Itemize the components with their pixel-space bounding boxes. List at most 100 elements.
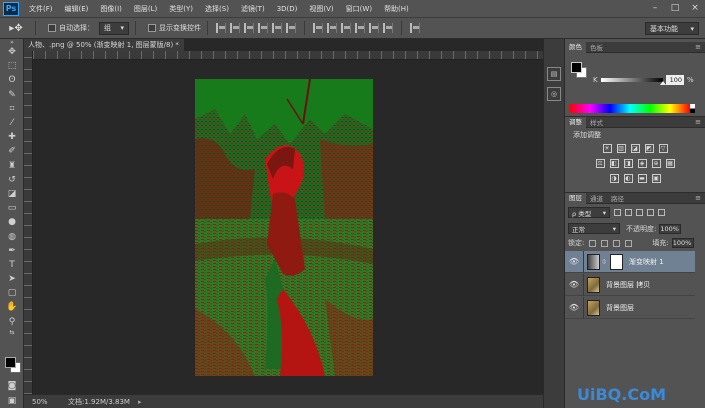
- maximize-button[interactable]: □: [669, 2, 681, 14]
- panel-menu-icon[interactable]: ≡: [695, 118, 701, 126]
- photo-filter-icon[interactable]: ◈: [637, 159, 647, 168]
- align-left-icon[interactable]: [258, 23, 268, 33]
- path-select-tool-icon[interactable]: ➤: [0, 272, 24, 286]
- foreground-color-swatch[interactable]: [5, 357, 16, 368]
- levels-icon[interactable]: ▥: [616, 144, 626, 153]
- lock-image-icon[interactable]: [601, 239, 609, 247]
- rectangle-tool-icon[interactable]: ▢: [0, 286, 24, 300]
- menu-filter[interactable]: 滤镜(T): [235, 4, 271, 14]
- filter-type-icon[interactable]: [636, 209, 643, 216]
- lock-position-icon[interactable]: [613, 239, 621, 247]
- brush-tool-icon[interactable]: ✐: [0, 144, 24, 158]
- align-vcenter-icon[interactable]: [230, 23, 240, 33]
- eyedropper-tool-icon[interactable]: ⁄: [0, 116, 24, 130]
- layer-filter-dropdown[interactable]: ρ 类型 ▾: [568, 207, 610, 218]
- k-channel-slider[interactable]: [601, 78, 666, 85]
- distribute-vcenter-icon[interactable]: [327, 23, 337, 33]
- mask-link-icon[interactable]: ᛰ: [602, 258, 608, 266]
- close-button[interactable]: ×: [689, 2, 701, 14]
- visibility-eye-icon[interactable]: 👁: [568, 274, 580, 296]
- show-transform-checkbox[interactable]: [148, 24, 156, 32]
- move-tool-icon[interactable]: ✥: [0, 45, 24, 59]
- filter-shape-icon[interactable]: [647, 209, 654, 216]
- lasso-tool-icon[interactable]: ʘ: [0, 73, 24, 87]
- eraser-tool-icon[interactable]: ◪: [0, 187, 24, 201]
- auto-select-dropdown[interactable]: 组 ▾: [99, 21, 129, 35]
- layer-row[interactable]: 👁 ᛰ 渐变映射 1: [565, 250, 695, 273]
- hand-tool-icon[interactable]: ✋: [0, 300, 24, 314]
- opacity-value[interactable]: 100%: [659, 223, 682, 234]
- filter-adjustment-icon[interactable]: [625, 209, 632, 216]
- hue-saturation-icon[interactable]: ⚖: [595, 159, 605, 168]
- distribute-top-icon[interactable]: [313, 23, 323, 33]
- color-balance-icon[interactable]: ◧: [609, 159, 619, 168]
- document-tab[interactable]: 人物、.png @ 50% (渐变映射 1, 图层蒙版/8) * ×: [24, 39, 184, 51]
- layer-row[interactable]: 👁 背景图层: [565, 296, 695, 319]
- layer-mask-thumbnail[interactable]: [610, 253, 623, 270]
- foreground-color-swatch[interactable]: [571, 62, 582, 73]
- move-tool-preset-icon[interactable]: ▸✥: [3, 20, 29, 36]
- marquee-tool-icon[interactable]: ⬚: [0, 59, 24, 73]
- blur-tool-icon[interactable]: ●: [0, 215, 24, 229]
- minimize-button[interactable]: –: [649, 2, 661, 14]
- auto-align-icon[interactable]: [410, 23, 420, 33]
- posterize-icon[interactable]: ◐: [623, 174, 633, 183]
- tab-channels[interactable]: 通道: [586, 193, 607, 203]
- exposure-icon[interactable]: ◩: [644, 144, 654, 153]
- image-canvas[interactable]: [195, 79, 373, 376]
- black-white-swatch[interactable]: [690, 104, 695, 113]
- k-channel-value[interactable]: 100: [666, 75, 684, 85]
- menu-type[interactable]: 类型(Y): [163, 4, 199, 14]
- zoom-level[interactable]: 50%: [24, 398, 64, 406]
- distribute-left-icon[interactable]: [355, 23, 365, 33]
- canvas-area[interactable]: [33, 60, 543, 394]
- layer-row[interactable]: 👁 背景图层 拷贝: [565, 273, 695, 296]
- lock-all-icon[interactable]: [625, 239, 633, 247]
- color-lookup-icon[interactable]: ▦: [665, 159, 675, 168]
- color-spectrum-bar[interactable]: [570, 104, 690, 113]
- menu-layer[interactable]: 图层(L): [128, 4, 163, 14]
- dodge-tool-icon[interactable]: ◍: [0, 229, 24, 243]
- healing-brush-tool-icon[interactable]: ✚: [0, 130, 24, 144]
- properties-panel-icon[interactable]: ◎: [547, 87, 561, 101]
- screen-mode-icon[interactable]: ▣: [0, 394, 24, 408]
- align-hcenter-icon[interactable]: [272, 23, 282, 33]
- filter-smart-object-icon[interactable]: [658, 209, 665, 216]
- zoom-tool-icon[interactable]: ⚲: [0, 315, 24, 329]
- menu-help[interactable]: 帮助(H): [378, 4, 415, 14]
- tab-paths[interactable]: 路径: [607, 193, 628, 203]
- menu-edit[interactable]: 编辑(E): [59, 4, 95, 14]
- blend-mode-dropdown[interactable]: 正常 ▾: [568, 223, 620, 234]
- quick-select-tool-icon[interactable]: ✎: [0, 88, 24, 102]
- quick-mask-icon[interactable]: ◙: [0, 379, 24, 393]
- fill-value[interactable]: 100%: [671, 238, 694, 248]
- close-tab-icon[interactable]: ×: [183, 41, 184, 49]
- panel-menu-icon[interactable]: ≡: [695, 194, 701, 202]
- menu-view[interactable]: 视图(V): [303, 4, 339, 14]
- menu-window[interactable]: 窗口(W): [340, 4, 378, 14]
- align-top-icon[interactable]: [216, 23, 226, 33]
- tab-layers[interactable]: 图层: [565, 192, 586, 204]
- vibrance-icon[interactable]: ▽: [658, 144, 668, 153]
- align-bottom-icon[interactable]: [244, 23, 254, 33]
- selective-color-icon[interactable]: ▣: [651, 174, 661, 183]
- menu-image[interactable]: 图像(I): [94, 4, 128, 14]
- swap-colors-icon[interactable]: ⇆: [0, 329, 24, 337]
- history-panel-icon[interactable]: ▤: [547, 67, 561, 81]
- auto-select-checkbox[interactable]: [48, 24, 56, 32]
- align-right-icon[interactable]: [286, 23, 296, 33]
- menu-file[interactable]: 文件(F): [23, 4, 59, 14]
- menu-select[interactable]: 选择(S): [199, 4, 235, 14]
- gradient-tool-icon[interactable]: ▭: [0, 201, 24, 215]
- status-menu-arrow-icon[interactable]: ▸: [138, 398, 142, 406]
- crop-tool-icon[interactable]: ⌗: [0, 102, 24, 116]
- filter-pixel-icon[interactable]: [614, 209, 621, 216]
- tab-color[interactable]: 颜色: [565, 41, 586, 53]
- black-white-icon[interactable]: ◨: [623, 159, 633, 168]
- brightness-contrast-icon[interactable]: ☀: [602, 144, 612, 153]
- tab-styles[interactable]: 样式: [586, 117, 607, 127]
- pen-tool-icon[interactable]: ✒: [0, 244, 24, 258]
- distribute-hcenter-icon[interactable]: [369, 23, 379, 33]
- channel-mixer-icon[interactable]: ⊕: [651, 159, 661, 168]
- visibility-eye-icon[interactable]: 👁: [568, 251, 580, 273]
